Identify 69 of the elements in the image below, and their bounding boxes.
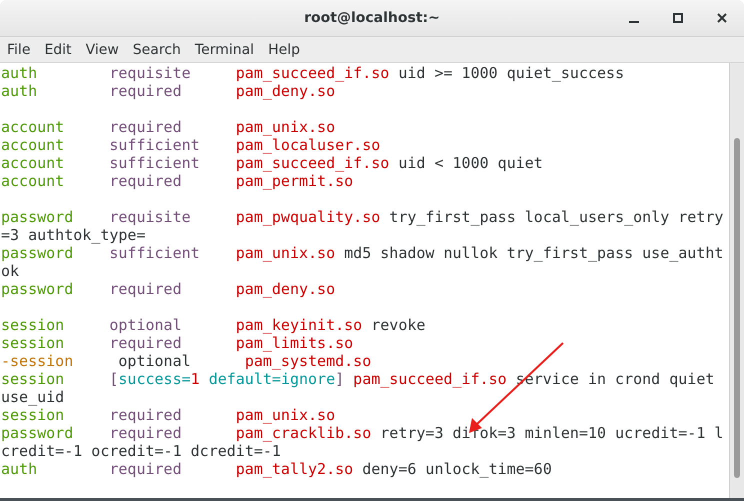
pam-control: sufficient: [109, 154, 236, 172]
maximize-icon: [673, 13, 683, 23]
pam-control: required: [109, 460, 236, 478]
menu-item[interactable]: Help: [261, 40, 307, 60]
pam-type: session: [1, 316, 66, 334]
menu-item[interactable]: Search: [126, 40, 188, 60]
pam-type: -session: [1, 352, 74, 370]
pam-module: pam_deny.so: [236, 280, 336, 298]
pam-type: account: [1, 154, 66, 172]
pam-control: optional: [118, 352, 245, 370]
pam-type: session: [1, 334, 66, 352]
module-arguments: try_first_pass local_users_only retry: [389, 208, 724, 226]
scrollbar[interactable]: [729, 63, 744, 498]
menu-item[interactable]: File: [0, 40, 38, 60]
pam-type: account: [1, 118, 66, 136]
pam-module: pam_deny.so: [236, 82, 336, 100]
pam-module: pam_localuser.so: [236, 136, 380, 154]
pam-type: session: [1, 370, 66, 388]
pam-module: pam_pwquality.so: [236, 208, 380, 226]
pam-module: pam_unix.so: [236, 118, 336, 136]
pam-type: password: [1, 280, 74, 298]
pam-module: pam_systemd.so: [244, 352, 372, 370]
pam-type: account: [1, 172, 66, 190]
module-arguments: uid < 1000 quiet: [398, 154, 543, 172]
pam-type: auth: [1, 64, 38, 82]
config-text: use_uid: [1, 388, 64, 406]
pam-type: password: [1, 424, 74, 442]
pam-control: required: [109, 406, 236, 424]
menu-item[interactable]: Edit: [37, 40, 79, 60]
config-text: credit=-1 ocredit=-1 dcredit=-1: [1, 442, 281, 460]
pam-control: [success=1 default=ignore]: [109, 370, 344, 388]
pam-control: required: [109, 118, 236, 136]
pam-module: pam_keyinit.so: [236, 316, 362, 334]
pam-control: requisite: [109, 64, 236, 82]
menu-item[interactable]: View: [78, 40, 126, 60]
pam-type: password: [1, 208, 74, 226]
module-arguments: uid >= 1000 quiet_success: [398, 64, 624, 82]
pam-control: required: [109, 280, 236, 298]
pam-control: requisite: [109, 208, 236, 226]
pam-module: pam_unix.so: [236, 406, 336, 424]
module-arguments: revoke: [371, 316, 426, 334]
minimize-icon: [629, 21, 639, 23]
pam-module: pam_permit.so: [236, 172, 354, 190]
pam-control: required: [109, 424, 236, 442]
pam-type: session: [1, 406, 66, 424]
pam-control: sufficient: [109, 244, 236, 262]
window-title: root@localhost:~: [304, 10, 440, 26]
menu-item[interactable]: Terminal: [188, 40, 262, 60]
config-text: =3 authtok_type=: [1, 226, 146, 244]
pam-type: password: [1, 244, 74, 262]
pam-module: pam_unix.so: [236, 244, 336, 262]
pam-module: pam_succeed_if.so: [353, 370, 507, 388]
pam-control: required: [109, 82, 236, 100]
pam-module: pam_tally2.so: [236, 460, 354, 478]
config-text: ok: [1, 262, 20, 280]
close-icon: [717, 13, 727, 23]
pam-control: required: [109, 334, 236, 352]
pam-module: pam_cracklib.so: [236, 424, 372, 442]
module-arguments: md5 shadow nullok try_first_pass use_autht: [344, 244, 724, 262]
pam-module: pam_succeed_if.so: [236, 64, 390, 82]
pam-type: auth: [1, 82, 38, 100]
pam-control: required: [109, 172, 236, 190]
pam-type: account: [1, 136, 66, 154]
pam-module: pam_limits.so: [236, 334, 354, 352]
pam-module: pam_succeed_if.so: [236, 154, 390, 172]
module-arguments: deny=6 unlock_time=60: [362, 460, 552, 478]
pam-control: optional: [109, 316, 236, 334]
pam-control: sufficient: [109, 136, 236, 154]
pam-type: auth: [1, 460, 38, 478]
